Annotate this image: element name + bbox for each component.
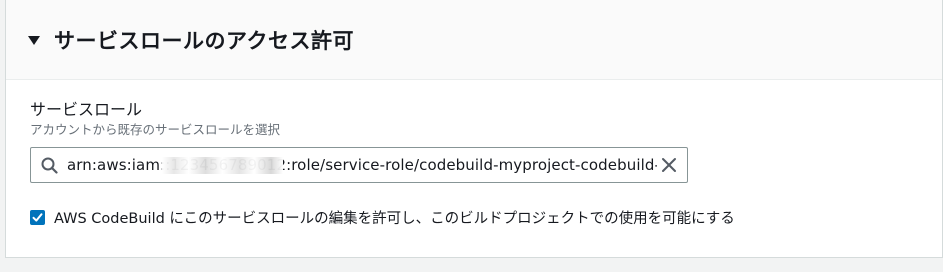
panel-header[interactable]: サービスロールのアクセス許可	[6, 0, 942, 80]
caret-down-icon[interactable]	[28, 36, 40, 45]
service-role-description: アカウントから既存のサービスロールを選択	[30, 122, 281, 137]
clear-icon[interactable]	[657, 153, 681, 177]
service-role-arn-text: arn:aws:iam::123456789012:role/service-r…	[67, 156, 657, 174]
search-icon	[31, 148, 67, 182]
panel-body: サービスロール アカウントから既存のサービスロールを選択 arn:aws:iam…	[6, 80, 942, 228]
allow-edit-label: AWS CodeBuild にこのサービスロールの編集を許可し、このビルドプロジ…	[54, 211, 735, 227]
service-role-search-input[interactable]: arn:aws:iam::123456789012:role/service-r…	[30, 147, 688, 183]
redacted-account-id	[162, 157, 283, 174]
service-role-label: サービスロール	[30, 100, 143, 119]
service-role-permissions-panel: サービスロールのアクセス許可 サービスロール アカウントから既存のサービスロール…	[5, 0, 943, 258]
panel-title: サービスロールのアクセス許可	[54, 28, 354, 53]
checkmark-icon	[32, 213, 43, 222]
allow-edit-permission-row[interactable]: AWS CodeBuild にこのサービスロールの編集を許可し、このビルドプロジ…	[30, 207, 942, 228]
allow-edit-checkbox[interactable]	[30, 210, 45, 225]
service-role-value[interactable]: arn:aws:iam::123456789012:role/service-r…	[67, 156, 657, 174]
